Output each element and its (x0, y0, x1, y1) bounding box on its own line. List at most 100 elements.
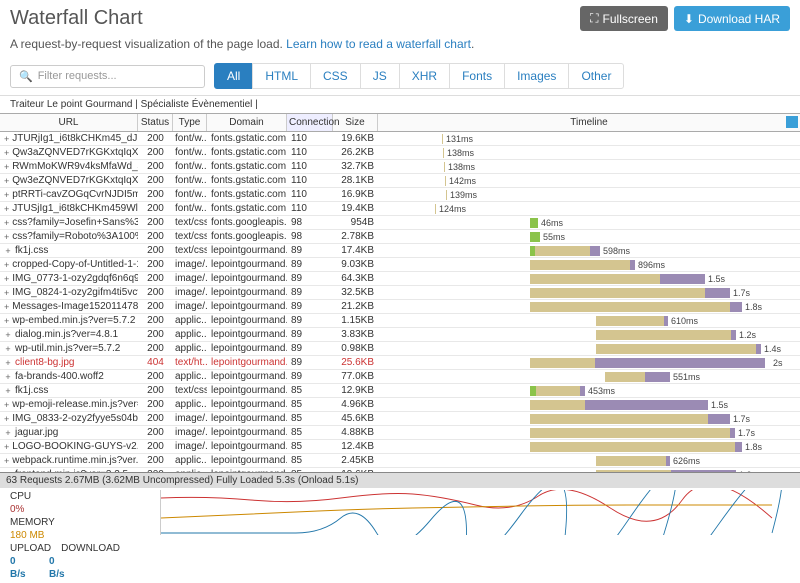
table-row[interactable]: +fk1j.css200text/csslepointgourmand.com8… (0, 244, 800, 258)
timeline-bar: 1.5s (378, 398, 800, 412)
timeline-dropdown[interactable] (786, 116, 798, 128)
table-row[interactable]: +wp-embed.min.js?ver=5.7.2200applic...le… (0, 314, 800, 328)
fullscreen-button[interactable]: ⛶ Fullscreen (580, 6, 668, 31)
request-url: JTUSjIg1_i6t8kCHKm459Wlh... (12, 203, 138, 214)
table-row[interactable]: +RWmMoKWR9v4ksMfaWd_J...200font/w...font… (0, 160, 800, 174)
filter-html[interactable]: HTML (252, 63, 311, 89)
content-type: font/w... (173, 175, 207, 186)
table-row[interactable]: +cropped-Copy-of-Untitled-1-1...200image… (0, 258, 800, 272)
table-row[interactable]: +LOGO-BOOKING-GUYS-v2.png200image/...lep… (0, 440, 800, 454)
expand-row-icon[interactable]: + (4, 401, 9, 409)
request-url: IMG_0833-2-ozy2fyye5s04bq... (12, 413, 138, 424)
status-code: 200 (138, 329, 173, 340)
timeline-bar: 1.8s (378, 300, 800, 314)
table-row[interactable]: +fk1j.css200text/csslepointgourmand.com8… (0, 384, 800, 398)
expand-row-icon[interactable]: + (4, 331, 12, 339)
col-url[interactable]: URL (0, 114, 138, 131)
expand-row-icon[interactable]: + (4, 345, 12, 353)
size: 32.5KB (333, 287, 378, 298)
content-type: applic... (173, 371, 207, 382)
filter-css[interactable]: CSS (310, 63, 361, 89)
table-row[interactable]: +fa-brands-400.woff2200applic...lepointg… (0, 370, 800, 384)
col-status[interactable]: Status (138, 114, 173, 131)
expand-row-icon[interactable]: + (4, 149, 9, 157)
table-row[interactable]: +webpack.runtime.min.js?ver...200applic.… (0, 454, 800, 468)
col-connection[interactable]: Connection (287, 114, 333, 131)
table-row[interactable]: +IMG_0824-1-ozy2gifm4ti5vcv...200image/.… (0, 286, 800, 300)
expand-row-icon[interactable]: + (4, 177, 9, 185)
col-timeline[interactable]: Timeline (378, 114, 800, 131)
table-row[interactable]: +css?family=Josefin+Sans%3...200text/css… (0, 216, 800, 230)
status-code: 200 (138, 231, 173, 242)
expand-row-icon[interactable]: + (4, 275, 9, 283)
filter-js[interactable]: JS (360, 63, 400, 89)
expand-row-icon[interactable]: + (4, 233, 9, 241)
expand-row-icon[interactable]: + (4, 359, 12, 367)
table-row[interactable]: +frontend.min.js?ver=3.2.5200applic...le… (0, 468, 800, 472)
expand-row-icon[interactable]: + (4, 191, 9, 199)
expand-row-icon[interactable]: + (4, 247, 12, 255)
table-row[interactable]: +wp-util.min.js?ver=5.7.2200applic...lep… (0, 342, 800, 356)
filter-images[interactable]: Images (504, 63, 569, 89)
content-type: text/css (173, 231, 207, 242)
connection-id: 89 (287, 273, 333, 284)
connection-id: 85 (287, 469, 333, 472)
table-row[interactable]: +Qw3aZQNVED7rKGKxtqIqX5...200font/w...fo… (0, 146, 800, 160)
connection-id: 85 (287, 455, 333, 466)
table-row[interactable]: +wp-emoji-release.min.js?ver=...200appli… (0, 398, 800, 412)
table-row[interactable]: +client8-bg.jpg404text/ht...lepointgourm… (0, 356, 800, 370)
table-row[interactable]: +JTURjIg1_i6t8kCHKm45_dJE...200font/w...… (0, 132, 800, 146)
filter-all[interactable]: All (214, 63, 253, 89)
expand-row-icon[interactable]: + (4, 373, 12, 381)
learn-link[interactable]: Learn how to read a waterfall chart (286, 37, 471, 51)
size: 2.45KB (333, 455, 378, 466)
expand-row-icon[interactable]: + (4, 205, 9, 213)
size: 4.88KB (333, 427, 378, 438)
col-domain[interactable]: Domain (207, 114, 287, 131)
size: 12.4KB (333, 441, 378, 452)
expand-row-icon[interactable]: + (4, 135, 9, 143)
table-row[interactable]: +ptRRTi-cavZOGqCvrNJDI5m...200font/w...f… (0, 188, 800, 202)
request-url: wp-util.min.js?ver=5.7.2 (15, 343, 120, 354)
table-row[interactable]: +JTUSjIg1_i6t8kCHKm459Wlh...200font/w...… (0, 202, 800, 216)
expand-row-icon[interactable]: + (4, 387, 12, 395)
expand-row-icon[interactable]: + (4, 317, 9, 325)
status-code: 200 (138, 469, 173, 472)
upload-label: UPLOAD (10, 542, 51, 555)
status-code: 200 (138, 315, 173, 326)
request-url: Qw3aZQNVED7rKGKxtqIqX5... (12, 147, 138, 158)
filter-xhr[interactable]: XHR (399, 63, 450, 89)
domain: fonts.gstatic.com (207, 147, 287, 158)
download-har-button[interactable]: ⬇ Download HAR (674, 6, 790, 31)
expand-row-icon[interactable]: + (4, 303, 9, 311)
expand-row-icon[interactable]: + (4, 289, 9, 297)
expand-row-icon[interactable]: + (4, 429, 12, 437)
table-row[interactable]: +Messages-Image152011478?...200image/...… (0, 300, 800, 314)
grid-header: URL Status Type Domain Connection Size T… (0, 113, 800, 132)
table-row[interactable]: +Qw3eZQNVED7rKGKxtqIqX5...200font/w...fo… (0, 174, 800, 188)
content-type: image/... (173, 301, 207, 312)
filter-other[interactable]: Other (568, 63, 624, 89)
table-row[interactable]: +IMG_0773-1-ozy2gdqf6n6q9...200image/...… (0, 272, 800, 286)
col-type[interactable]: Type (173, 114, 207, 131)
expand-row-icon[interactable]: + (4, 261, 9, 269)
table-row[interactable]: +jaguar.jpg200image/...lepointgourmand.c… (0, 426, 800, 440)
search-input[interactable]: 🔍 Filter requests... (10, 65, 205, 88)
expand-row-icon[interactable]: + (4, 471, 12, 473)
content-type: font/w... (173, 161, 207, 172)
table-row[interactable]: +dialog.min.js?ver=4.8.1200applic...lepo… (0, 328, 800, 342)
table-row[interactable]: +css?family=Roboto%3A100%...200text/cssf… (0, 230, 800, 244)
expand-row-icon[interactable]: + (4, 415, 9, 423)
request-url: Messages-Image152011478?... (12, 301, 138, 312)
expand-row-icon[interactable]: + (4, 443, 9, 451)
domain: lepointgourmand.com (207, 385, 287, 396)
table-row[interactable]: +IMG_0833-2-ozy2fyye5s04bq...200image/..… (0, 412, 800, 426)
status-code: 200 (138, 259, 173, 270)
expand-row-icon[interactable]: + (4, 163, 9, 171)
filter-fonts[interactable]: Fonts (449, 63, 505, 89)
memory-value: 180 MB (10, 529, 70, 542)
col-size[interactable]: Size (333, 114, 378, 131)
expand-row-icon[interactable]: + (4, 219, 9, 227)
timeline-bar: 138ms (378, 146, 800, 160)
expand-row-icon[interactable]: + (4, 457, 9, 465)
